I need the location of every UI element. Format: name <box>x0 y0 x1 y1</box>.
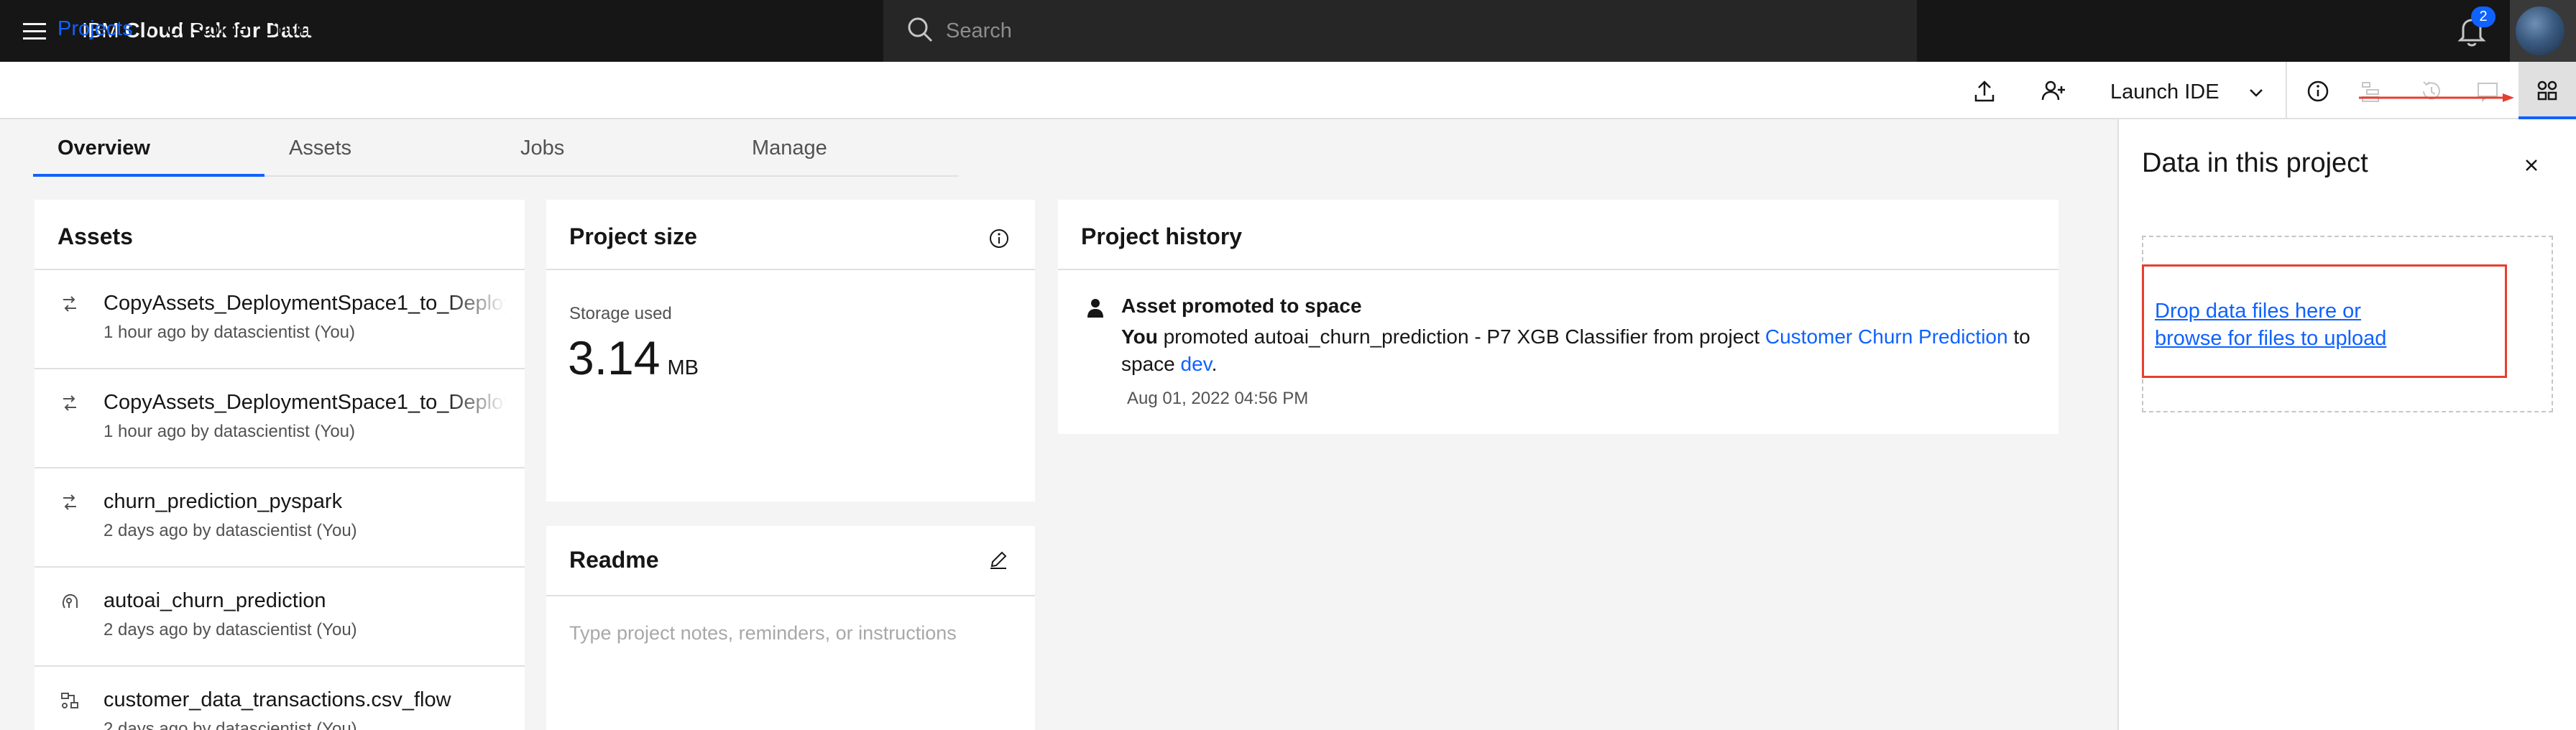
asset-name[interactable]: churn_prediction_pyspark <box>104 487 506 516</box>
chevron-down-icon[interactable] <box>2245 82 2267 103</box>
asset-name[interactable]: autoai_churn_prediction <box>104 586 506 615</box>
tab-assets[interactable]: Assets <box>264 119 496 177</box>
history-project-link[interactable]: Customer Churn Prediction <box>1765 325 2008 348</box>
readme-input[interactable]: Type project notes, reminders, or instru… <box>569 619 957 647</box>
autoai-icon <box>63 593 78 609</box>
asset-meta: 2 days ago by datascientist (You) <box>104 521 357 540</box>
storage-unit: MB <box>667 356 699 379</box>
close-icon[interactable] <box>2521 155 2542 175</box>
avatar[interactable] <box>2516 6 2564 55</box>
breadcrumb-separator: / <box>145 17 152 40</box>
drop-text-line: browse for files to upload <box>2155 327 2387 350</box>
breadcrumb-projects-link[interactable]: Projects <box>58 14 133 43</box>
annotation-arrow-icon <box>2359 93 2514 102</box>
asset-name[interactable]: CopyAssets_DeploymentSpace1_to_Deploymen… <box>104 388 506 417</box>
history-entry-date: Aug 01, 2022 04:56 PM <box>1127 389 1309 408</box>
upload-icon[interactable] <box>1969 76 2000 106</box>
data-panel-icon <box>2537 80 2557 101</box>
asset-list-item[interactable]: CopyAssets_DeploymentSpace1_to_Deploymen… <box>34 270 525 369</box>
card-divider <box>546 269 1035 270</box>
browse-files-link[interactable]: Drop data files here or browse for files… <box>2155 297 2386 352</box>
search-input[interactable] <box>946 13 1880 49</box>
data-flow-icon <box>61 693 78 708</box>
hamburger-menu-icon[interactable] <box>20 17 49 45</box>
info-icon[interactable] <box>988 227 1011 250</box>
readme-card: Readme Type project notes, reminders, or… <box>546 526 1035 730</box>
asset-list-item[interactable]: autoai_churn_prediction 2 days ago by da… <box>34 568 525 667</box>
history-entry-title: Asset promoted to space <box>1121 295 1362 317</box>
storage-number: 3.14 <box>568 331 661 384</box>
history-text: promoted autoai_churn_prediction - P7 XG… <box>1163 325 1760 348</box>
add-collaborator-icon[interactable] <box>2038 76 2069 106</box>
user-menu[interactable] <box>2510 0 2576 62</box>
header-divider <box>2286 62 2287 119</box>
tab-jobs[interactable]: Jobs <box>496 119 727 177</box>
history-entry-text: You promoted autoai_churn_prediction - P… <box>1121 323 2070 378</box>
edit-icon[interactable] <box>986 548 1011 572</box>
asset-meta: 1 hour ago by datascientist (You) <box>104 323 356 342</box>
card-divider <box>546 595 1035 596</box>
drop-text-line: Drop data files here or <box>2155 300 2361 323</box>
asset-name[interactable]: customer_data_transactions.csv_flow <box>104 685 506 714</box>
project-size-card: Project size Storage used 3.14 MB <box>546 200 1035 502</box>
assets-card-title: Assets <box>58 223 133 249</box>
asset-meta: 1 hour ago by datascientist (You) <box>104 422 356 441</box>
info-icon[interactable] <box>2303 76 2333 106</box>
user-icon <box>1087 299 1103 318</box>
notification-count-badge: 2 <box>2471 6 2496 27</box>
tab-overview[interactable]: Overview <box>33 119 264 177</box>
launch-ide-button[interactable]: Launch IDE <box>2110 78 2220 106</box>
asset-meta: 2 days ago by datascientist (You) <box>104 620 357 639</box>
history-text: . <box>1211 353 1218 375</box>
flow-icon <box>63 296 76 312</box>
data-in-project-panel: Data in this project Drop data files her… <box>2117 119 2576 730</box>
project-history-title: Project history <box>1081 223 1243 249</box>
asset-list-item[interactable]: churn_prediction_pyspark 2 days ago by d… <box>34 468 525 568</box>
panel-title: Data in this project <box>2142 148 2368 178</box>
asset-meta: 2 days ago by datascientist (You) <box>104 719 357 730</box>
history-space-link[interactable]: dev <box>1181 353 1212 375</box>
readme-title: Readme <box>569 547 659 573</box>
data-panel-toggle-button[interactable] <box>2518 62 2576 119</box>
asset-list-item[interactable]: CopyAssets_DeploymentSpace1_to_Deploymen… <box>34 369 525 468</box>
assets-card: Assets CopyAssets_DeploymentSpace1_to_De… <box>34 200 525 730</box>
asset-list-item[interactable]: customer_data_transactions.csv_flow 2 da… <box>34 667 525 730</box>
flow-icon <box>63 494 76 510</box>
project-history-card: Project history Asset promoted to space … <box>1058 200 2058 434</box>
asset-name[interactable]: CopyAssets_DeploymentSpace1_to_Deploymen… <box>104 289 506 318</box>
history-actor: You <box>1121 325 1158 348</box>
storage-used-value: 3.14 MB <box>568 329 699 397</box>
tab-manage[interactable]: Manage <box>727 119 959 177</box>
search-icon[interactable] <box>904 14 936 45</box>
project-size-title: Project size <box>569 223 697 249</box>
flow-icon <box>63 395 76 411</box>
storage-used-label: Storage used <box>569 304 672 323</box>
breadcrumb-current-project: Customer Churn Prediction <box>165 17 417 40</box>
card-divider <box>1058 269 2058 270</box>
